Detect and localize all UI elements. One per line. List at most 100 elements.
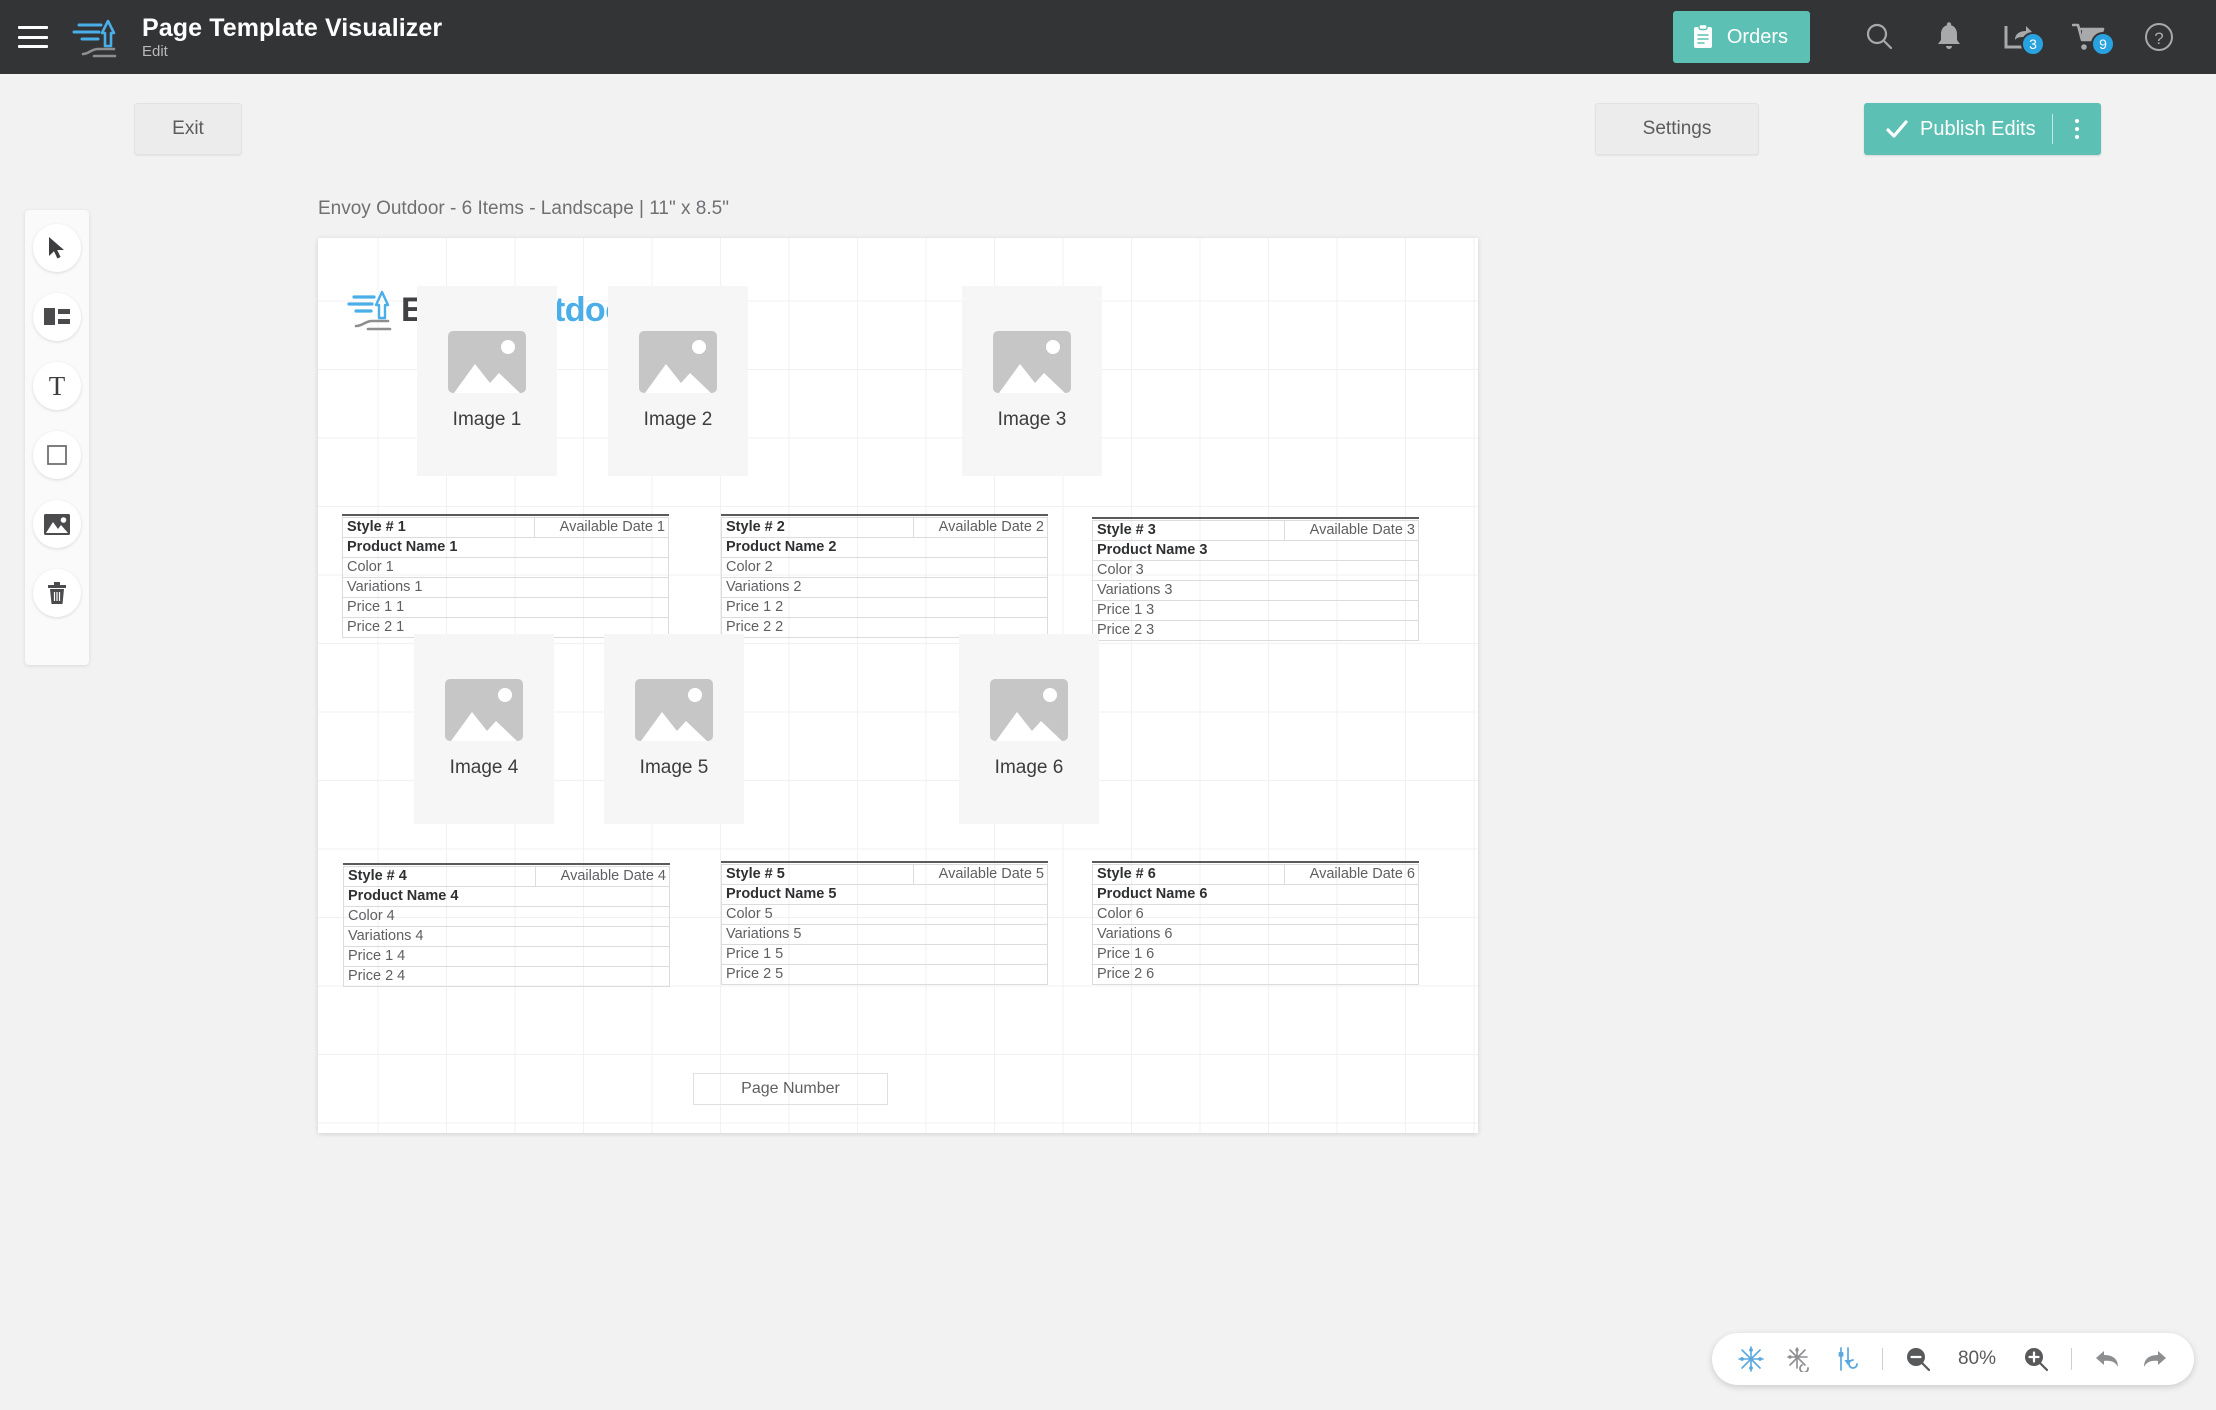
- product-block-1[interactable]: Style # 1 Available Date 1 Product Name …: [342, 514, 669, 638]
- image-icon: [44, 513, 70, 535]
- color-field[interactable]: Color 4: [343, 906, 670, 927]
- snap-to-grid-on-button[interactable]: [1734, 1342, 1768, 1376]
- redo-button[interactable]: [2138, 1342, 2172, 1376]
- style-date-row[interactable]: Style # 1 Available Date 1: [342, 517, 669, 538]
- undo-button[interactable]: [2090, 1342, 2124, 1376]
- product-block-6[interactable]: Style # 6 Available Date 6 Product Name …: [1092, 861, 1419, 985]
- price2-value: Price 2 5: [726, 966, 784, 983]
- product-name-field[interactable]: Product Name 2: [721, 537, 1048, 558]
- price2-value: Price 2 3: [1097, 622, 1155, 639]
- available-date-field[interactable]: Available Date 2: [912, 517, 1048, 538]
- page-number-field[interactable]: Page Number: [693, 1073, 888, 1105]
- zoom-out-button[interactable]: [1901, 1342, 1935, 1376]
- exit-button[interactable]: Exit: [134, 103, 242, 155]
- canvas-zoom-toolbar: 80%: [1712, 1333, 2194, 1385]
- zoom-divider-left: [1882, 1348, 1883, 1370]
- color-field[interactable]: Color 2: [721, 557, 1048, 578]
- style-field[interactable]: Style # 3: [1092, 520, 1285, 541]
- search-button[interactable]: [1844, 0, 1914, 74]
- help-button[interactable]: ?: [2124, 0, 2194, 74]
- editor-tool-rail: T: [25, 210, 89, 665]
- product-name-field[interactable]: Product Name 5: [721, 884, 1048, 905]
- settings-button[interactable]: Settings: [1595, 103, 1759, 155]
- image-placeholder-1[interactable]: Image 1: [417, 286, 557, 476]
- available-date-field[interactable]: Available Date 4: [534, 866, 670, 887]
- style-field[interactable]: Style # 5: [721, 864, 914, 885]
- style-date-row[interactable]: Style # 2 Available Date 2: [721, 517, 1048, 538]
- image-caption: Image 4: [449, 757, 519, 778]
- price1-field[interactable]: Price 1 2: [721, 597, 1048, 618]
- style-date-row[interactable]: Style # 3 Available Date 3: [1092, 520, 1419, 541]
- style-field[interactable]: Style # 1: [342, 517, 535, 538]
- image-placeholder-3[interactable]: Image 3: [962, 286, 1102, 476]
- alignment-guides-button[interactable]: [1830, 1342, 1864, 1376]
- style-field[interactable]: Style # 4: [343, 866, 536, 887]
- price2-field[interactable]: Price 2 3: [1092, 620, 1419, 641]
- product-name-field[interactable]: Product Name 1: [342, 537, 669, 558]
- variations-field[interactable]: Variations 4: [343, 926, 670, 947]
- zoom-in-button[interactable]: [2019, 1342, 2053, 1376]
- zoom-level-value[interactable]: 80%: [1949, 1348, 2005, 1370]
- price1-field[interactable]: Price 1 3: [1092, 600, 1419, 621]
- color-field[interactable]: Color 6: [1092, 904, 1419, 925]
- image-placeholder-5[interactable]: Image 5: [604, 634, 744, 824]
- snap-to-grid-off-button[interactable]: [1782, 1342, 1816, 1376]
- price1-field[interactable]: Price 1 6: [1092, 944, 1419, 965]
- question-mark-icon: ?: [2145, 23, 2173, 51]
- image-placeholder-2[interactable]: Image 2: [608, 286, 748, 476]
- shape-tool[interactable]: [33, 431, 81, 479]
- color-field[interactable]: Color 1: [342, 557, 669, 578]
- available-date-field[interactable]: Available Date 6: [1283, 864, 1419, 885]
- price1-field[interactable]: Price 1 5: [721, 944, 1048, 965]
- price2-field[interactable]: Price 2 6: [1092, 964, 1419, 985]
- product-block-3[interactable]: Style # 3 Available Date 3 Product Name …: [1092, 517, 1419, 641]
- price1-value: Price 1 1: [347, 599, 405, 616]
- orders-button[interactable]: Orders: [1672, 11, 1810, 63]
- image-tool[interactable]: [33, 500, 81, 548]
- price1-field[interactable]: Price 1 1: [342, 597, 669, 618]
- style-field[interactable]: Style # 2: [721, 517, 914, 538]
- template-page-canvas[interactable]: Envoy Outdoor Image 1 Image 2 Image 3 St…: [318, 238, 1478, 1133]
- delete-tool[interactable]: [33, 569, 81, 617]
- cursor-arrow-icon: [49, 237, 64, 259]
- price2-field[interactable]: Price 2 5: [721, 964, 1048, 985]
- notifications-button[interactable]: [1914, 0, 1984, 74]
- variations-field[interactable]: Variations 6: [1092, 924, 1419, 945]
- cart-button[interactable]: 9: [2054, 0, 2124, 74]
- product-name-field[interactable]: Product Name 6: [1092, 884, 1419, 905]
- publish-edits-button[interactable]: Publish Edits: [1864, 103, 2052, 155]
- color-field[interactable]: Color 5: [721, 904, 1048, 925]
- available-date-field[interactable]: Available Date 1: [533, 517, 669, 538]
- image-placeholder-6[interactable]: Image 6: [959, 634, 1099, 824]
- available-date-field[interactable]: Available Date 3: [1283, 520, 1419, 541]
- variations-value: Variations 3: [1097, 582, 1173, 599]
- search-icon: [1866, 23, 1893, 50]
- text-tool[interactable]: T: [33, 362, 81, 410]
- product-block-4[interactable]: Style # 4 Available Date 4 Product Name …: [343, 863, 670, 987]
- publish-options-button[interactable]: [2053, 103, 2101, 155]
- block-top-rule: [721, 861, 1048, 863]
- style-date-row[interactable]: Style # 6 Available Date 6: [1092, 864, 1419, 885]
- product-name-field[interactable]: Product Name 3: [1092, 540, 1419, 561]
- color-field[interactable]: Color 3: [1092, 560, 1419, 581]
- style-date-row[interactable]: Style # 4 Available Date 4: [343, 866, 670, 887]
- style-field[interactable]: Style # 6: [1092, 864, 1285, 885]
- product-block-5[interactable]: Style # 5 Available Date 5 Product Name …: [721, 861, 1048, 985]
- product-block-2[interactable]: Style # 2 Available Date 2 Product Name …: [721, 514, 1048, 638]
- style-date-row[interactable]: Style # 5 Available Date 5: [721, 864, 1048, 885]
- price2-field[interactable]: Price 2 4: [343, 966, 670, 987]
- available-date-field[interactable]: Available Date 5: [912, 864, 1048, 885]
- variations-field[interactable]: Variations 1: [342, 577, 669, 598]
- hamburger-menu-icon[interactable]: [18, 26, 48, 48]
- select-tool[interactable]: [33, 224, 81, 272]
- share-button[interactable]: 3: [1984, 0, 2054, 74]
- product-name-field[interactable]: Product Name 4: [343, 886, 670, 907]
- variations-field[interactable]: Variations 2: [721, 577, 1048, 598]
- product-name-value: Product Name 1: [347, 539, 458, 556]
- image-placeholder-4[interactable]: Image 4: [414, 634, 554, 824]
- variations-field[interactable]: Variations 5: [721, 924, 1048, 945]
- price1-field[interactable]: Price 1 4: [343, 946, 670, 967]
- layout-block-tool[interactable]: [33, 293, 81, 341]
- publish-edits-group: Publish Edits: [1864, 103, 2101, 155]
- variations-field[interactable]: Variations 3: [1092, 580, 1419, 601]
